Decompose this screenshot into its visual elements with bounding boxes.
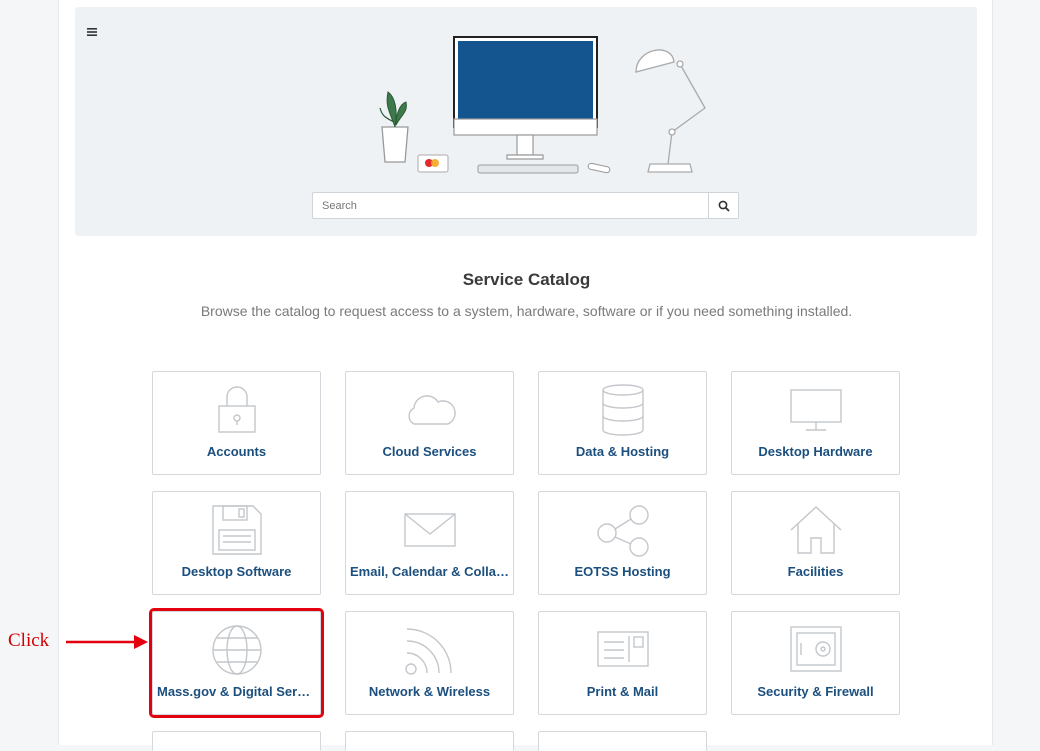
search-icon [718,200,730,212]
database-icon [601,384,644,436]
catalog-card-label: Data & Hosting [575,444,670,459]
hamburger-menu-icon[interactable] [85,25,99,39]
globe-icon [211,625,262,675]
search-input[interactable] [313,193,708,218]
share-nodes-icon [596,505,649,557]
catalog-card-label: Accounts [206,444,267,459]
catalog-card-label: Desktop Software [181,564,292,579]
catalog-card-accounts[interactable]: Accounts [152,371,321,475]
safe-icon [789,626,842,672]
catalog-card-label: Network & Wireless [368,684,491,699]
search-bar [312,192,739,219]
wifi-signal-icon [404,628,452,675]
catalog-card-security-firewall[interactable]: Security & Firewall [731,611,900,715]
envelope-icon [403,513,456,547]
page-container: Service Catalog Browse the catalog to re… [58,0,993,751]
catalog-card-label: Print & Mail [586,684,659,699]
catalog-card-facilities[interactable]: Facilities [731,491,900,595]
catalog-card-label: Mass.gov & Digital Services [157,684,316,699]
catalog-card-mass-gov-digital-services[interactable]: Mass.gov & Digital Services [149,608,324,718]
monitor-icon [789,389,842,431]
page-title: Service Catalog [462,270,591,289]
plant-illustration [379,91,409,163]
catalog-card-cloud-services[interactable]: Cloud Services [345,371,514,475]
catalog-card-data-hosting[interactable]: Data & Hosting [538,371,707,475]
postcard-icon [596,631,649,667]
search-button[interactable] [708,193,738,218]
catalog-card-label: EOTSS Hosting [574,564,671,579]
page-subtitle: Browse the catalog to request access to … [200,303,853,319]
catalog-card-label: Cloud Services [382,444,477,459]
catalog-card-email-calendar[interactable]: Email, Calendar & Collaboration [345,491,514,595]
catalog-card-print-mail[interactable]: Print & Mail [538,611,707,715]
floppy-disk-icon [211,505,262,555]
catalog-card-label: Desktop Hardware [758,444,873,459]
monitor-illustration [453,36,598,160]
catalog-card-label: Facilities [787,564,844,579]
annotation-arrow-icon [66,635,148,649]
lamp-illustration [635,49,706,173]
catalog-card-network-wireless[interactable]: Network & Wireless [345,611,514,715]
catalog-card-partial[interactable] [345,731,514,751]
catalog-card-partial[interactable] [538,731,707,751]
hero-banner [75,7,977,236]
house-icon [790,506,841,554]
catalog-card-desktop-software[interactable]: Desktop Software [152,491,321,595]
padlock-icon [217,386,256,433]
catalog-card-label: Security & Firewall [757,684,874,699]
annotation-label: Click [8,630,50,651]
catalog-card-desktop-hardware[interactable]: Desktop Hardware [731,371,900,475]
catalog-card-partial[interactable] [152,731,321,751]
credit-card-illustration [417,154,449,173]
catalog-card-label: Email, Calendar & Collaboration [350,564,509,579]
catalog-card-eotss-hosting[interactable]: EOTSS Hosting [538,491,707,595]
cloud-icon [407,395,456,425]
desk-illustration [379,36,706,174]
